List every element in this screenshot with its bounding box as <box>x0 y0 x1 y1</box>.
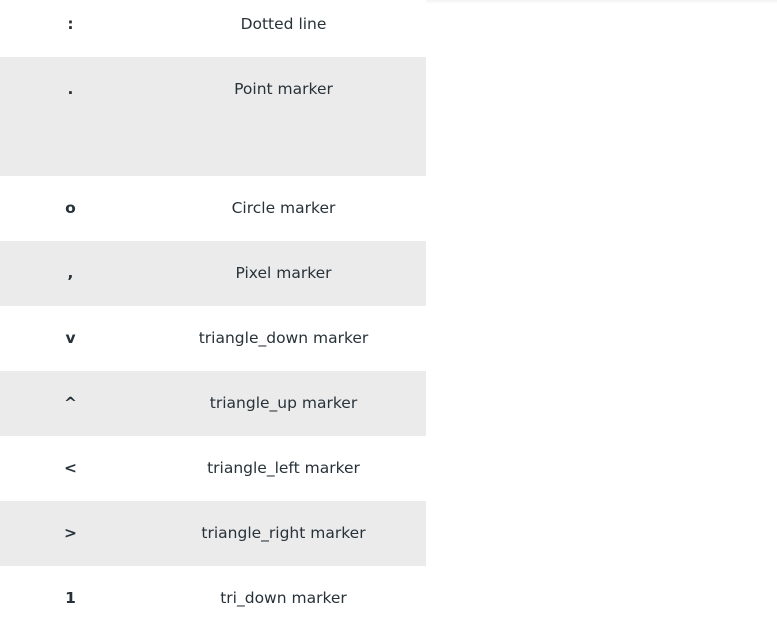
table-row: v triangle_down marker <box>0 306 426 371</box>
marker-char-cell: > <box>0 501 141 566</box>
marker-char-cell: ^ <box>0 371 141 436</box>
marker-description-cell: triangle_down marker <box>141 306 426 371</box>
marker-description-cell: Point marker <box>141 57 426 176</box>
marker-char: , <box>67 264 74 282</box>
marker-description: Dotted line <box>240 15 327 33</box>
table-row: < triangle_left marker <box>0 436 426 501</box>
marker-description: Circle marker <box>231 199 336 217</box>
marker-description-cell: triangle_left marker <box>141 436 426 501</box>
marker-table: : Dotted line . Point marker o Circle ma… <box>0 0 426 625</box>
table-row: : Dotted line <box>0 0 426 57</box>
marker-description: triangle_down marker <box>198 329 369 347</box>
marker-char-cell: v <box>0 306 141 371</box>
marker-char-cell: . <box>0 57 141 176</box>
marker-description-cell: tri_down marker <box>141 566 426 625</box>
marker-char: . <box>67 80 74 98</box>
marker-char: > <box>64 524 77 542</box>
marker-char-cell: : <box>0 0 141 57</box>
marker-char: : <box>67 15 74 33</box>
marker-description-cell: Pixel marker <box>141 241 426 306</box>
marker-description-cell: Circle marker <box>141 176 426 241</box>
marker-description: Point marker <box>234 80 333 98</box>
table-row: , Pixel marker <box>0 241 426 306</box>
marker-description: tri_down marker <box>220 589 347 607</box>
marker-char: o <box>65 199 76 217</box>
table-row: 1 tri_down marker <box>0 566 426 625</box>
table-row: o Circle marker <box>0 176 426 241</box>
marker-char-cell: o <box>0 176 141 241</box>
marker-char-cell: , <box>0 241 141 306</box>
marker-description-cell: Dotted line <box>141 0 426 57</box>
table-row: ^ triangle_up marker <box>0 371 426 436</box>
marker-description-cell: triangle_right marker <box>141 501 426 566</box>
marker-char: 1 <box>65 589 76 607</box>
marker-char: v <box>65 329 76 347</box>
page: : Dotted line . Point marker o Circle ma… <box>0 0 777 629</box>
table-row: > triangle_right marker <box>0 501 426 566</box>
marker-description: triangle_left marker <box>207 459 360 477</box>
marker-char-cell: 1 <box>0 566 141 625</box>
marker-description-cell: triangle_up marker <box>141 371 426 436</box>
marker-description: Pixel marker <box>235 264 332 282</box>
table-row: . Point marker <box>0 57 426 176</box>
marker-description: triangle_up marker <box>209 394 358 412</box>
marker-char: ^ <box>64 394 77 412</box>
marker-char-cell: < <box>0 436 141 501</box>
marker-char: < <box>64 459 77 477</box>
marker-description: triangle_right marker <box>201 524 366 542</box>
